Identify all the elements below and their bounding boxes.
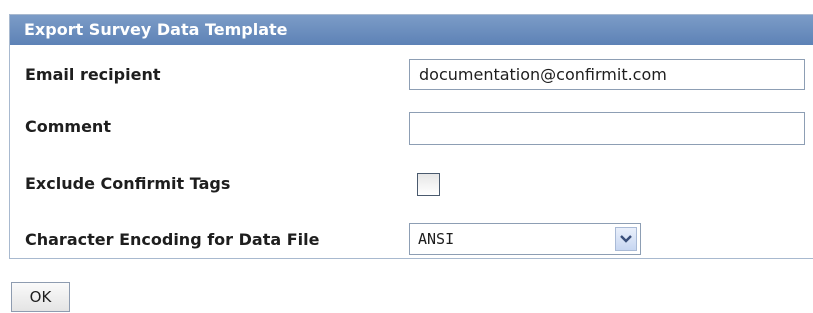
- comment-row: Comment: [10, 102, 813, 150]
- exclude-tags-row: Exclude Confirmit Tags: [10, 150, 813, 200]
- ok-button[interactable]: OK: [11, 282, 70, 312]
- panel-title: Export Survey Data Template: [10, 15, 813, 45]
- encoding-label: Character Encoding for Data File: [25, 230, 320, 249]
- encoding-selected-value: ANSI: [418, 230, 455, 248]
- email-label: Email recipient: [25, 65, 161, 84]
- email-field[interactable]: [409, 59, 805, 90]
- encoding-row: Character Encoding for Data File ANSI: [10, 200, 813, 258]
- exclude-tags-checkbox[interactable]: [417, 173, 440, 196]
- email-row: Email recipient: [10, 46, 813, 102]
- comment-field[interactable]: [409, 112, 805, 145]
- export-survey-data-panel: Export Survey Data Template Email recipi…: [9, 14, 813, 259]
- encoding-select[interactable]: ANSI: [409, 223, 641, 255]
- exclude-tags-label: Exclude Confirmit Tags: [25, 174, 231, 193]
- comment-label: Comment: [25, 117, 111, 136]
- chevron-down-icon[interactable]: [615, 227, 637, 251]
